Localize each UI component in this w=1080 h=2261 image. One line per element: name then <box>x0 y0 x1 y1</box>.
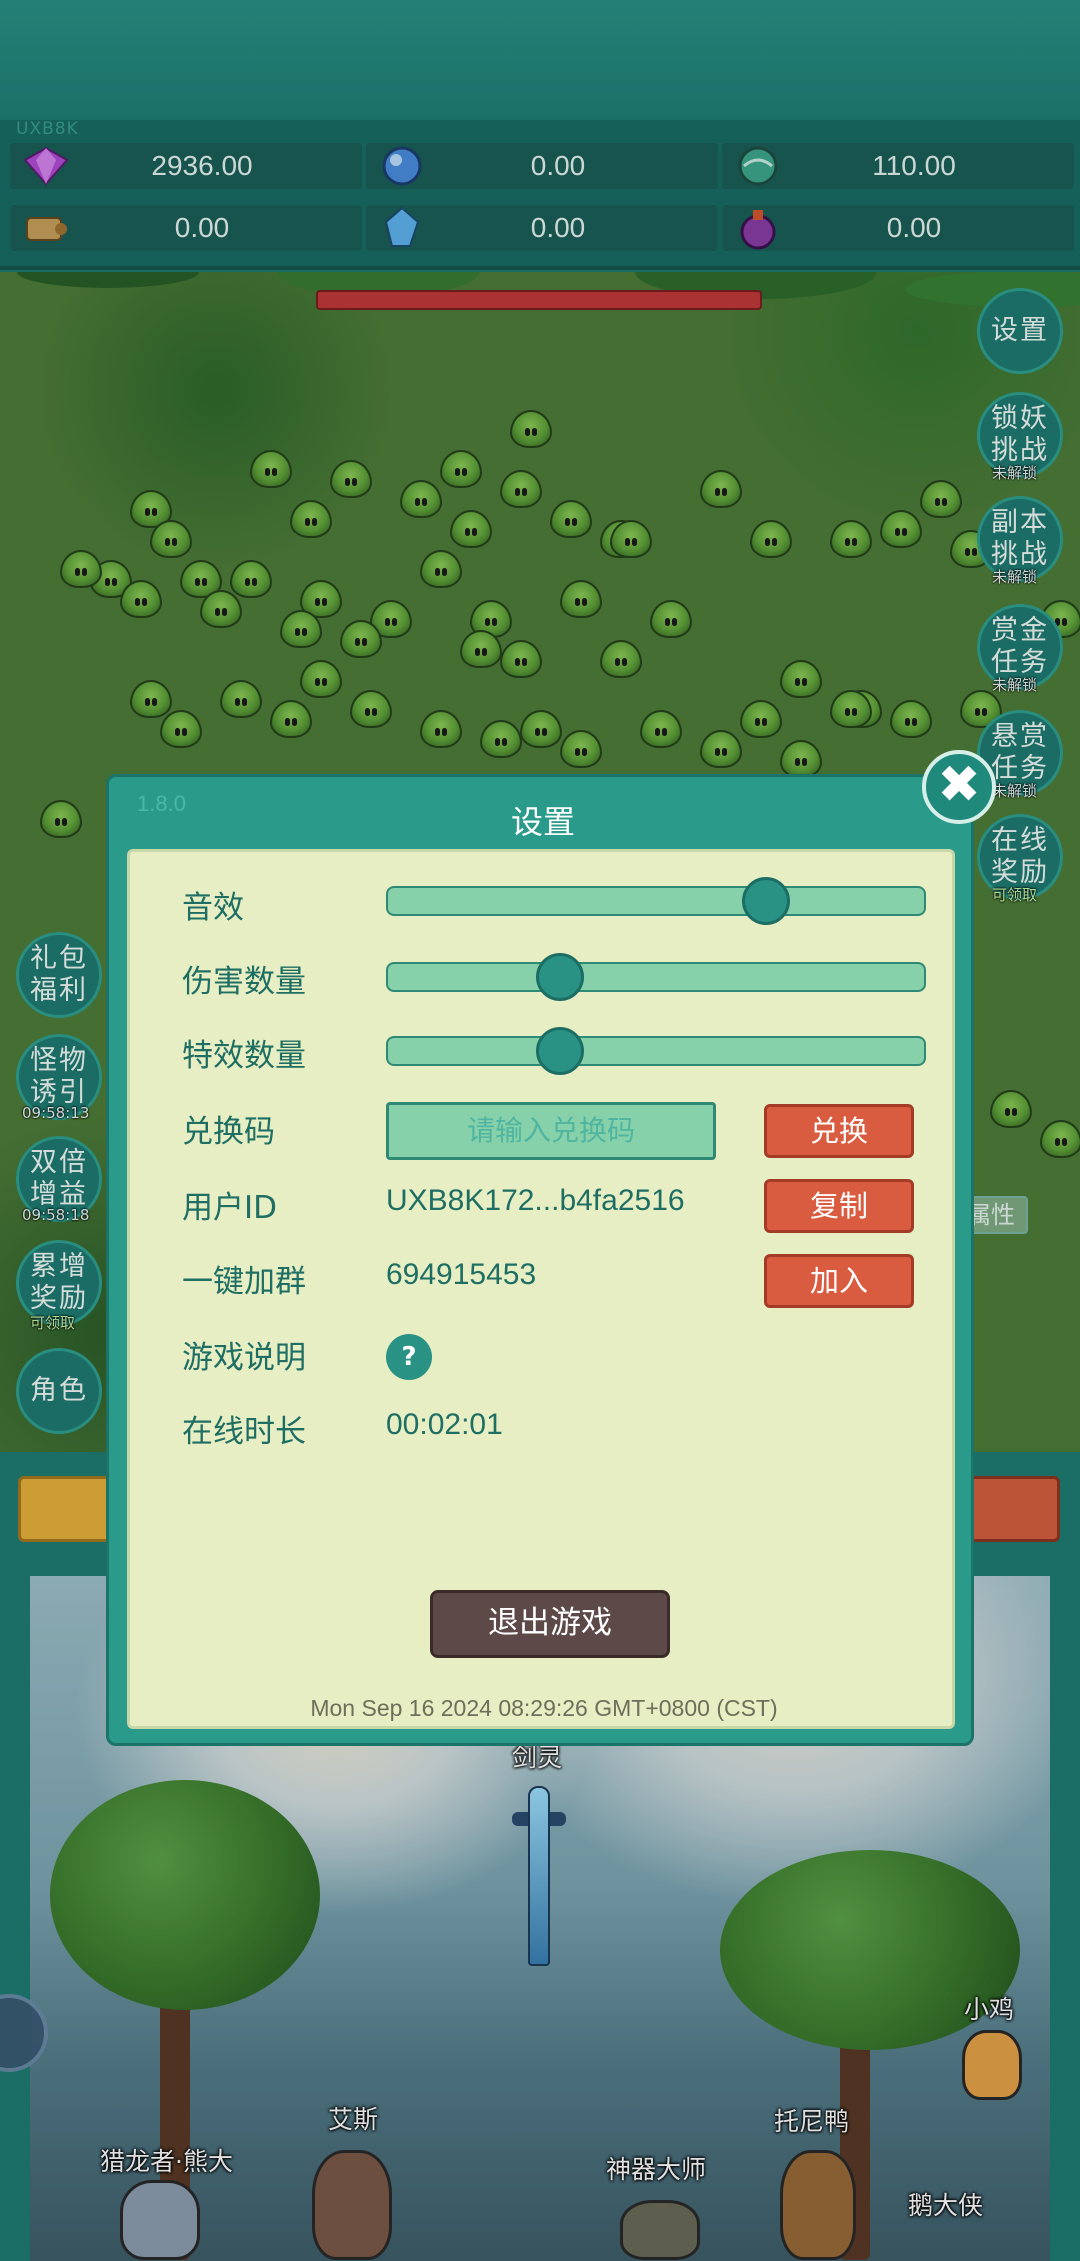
damage-count-label: 伤害数量 <box>182 964 306 1000</box>
modal-title: 设置 <box>510 803 575 841</box>
damage-count-slider[interactable] <box>386 953 926 1001</box>
effects-count-label: 特效数量 <box>182 1038 306 1074</box>
help-icon[interactable]: ? <box>386 1334 432 1380</box>
redeem-button[interactable]: 兑换 <box>764 1104 914 1158</box>
online-time-label: 在线时长 <box>182 1414 306 1450</box>
effects-count-slider-thumb[interactable] <box>536 1027 584 1075</box>
effects-count-slider[interactable] <box>386 1027 926 1075</box>
user-id-label: 用户ID <box>182 1190 278 1226</box>
current-datetime: Mon Sep 16 2024 08:29:26 GMT+0800 (CST) <box>310 1695 778 1721</box>
exit-game-button[interactable]: 退出游戏 <box>430 1590 670 1658</box>
sound-label: 音效 <box>182 890 244 926</box>
close-icon[interactable]: ✖ <box>922 750 996 824</box>
damage-count-slider-thumb[interactable] <box>536 953 584 1001</box>
group-number-value: 694915453 <box>386 1258 537 1291</box>
settings-modal: 1.8.0 设置 音效 伤害数量 特效数量 兑换码 请输入兑换码 兑换 用户ID… <box>106 774 974 1746</box>
redeem-code-input[interactable]: 请输入兑换码 <box>386 1102 716 1160</box>
sound-slider-thumb[interactable] <box>742 877 790 925</box>
user-id-value: UXB8K172...b4fa2516 <box>386 1184 685 1217</box>
settings-panel: 音效 伤害数量 特效数量 兑换码 请输入兑换码 兑换 用户ID UXB8K172… <box>127 849 955 1729</box>
redeem-code-label: 兑换码 <box>182 1114 275 1150</box>
copy-button[interactable]: 复制 <box>764 1179 914 1233</box>
join-group-label: 一键加群 <box>182 1264 306 1300</box>
sound-slider[interactable] <box>386 877 926 925</box>
online-time-value: 00:02:01 <box>386 1408 503 1441</box>
join-button[interactable]: 加入 <box>764 1254 914 1308</box>
game-guide-label: 游戏说明 <box>182 1340 306 1376</box>
